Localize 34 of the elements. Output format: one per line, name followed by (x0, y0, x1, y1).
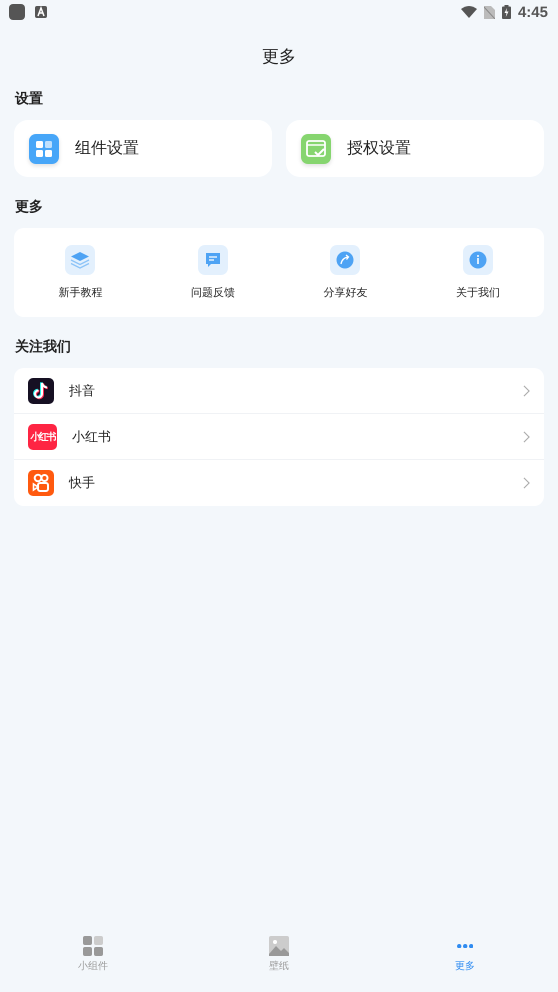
shortcut-item[interactable]: 关于我们 (412, 228, 544, 317)
wifi-icon (460, 6, 477, 18)
social-row[interactable]: 小红书 小红书 (14, 414, 544, 460)
shortcut-item[interactable]: 问题反馈 (146, 228, 279, 317)
no-sim-icon (484, 6, 495, 18)
settings-card[interactable]: 授权设置 (286, 120, 544, 177)
section-heading: 设置 (15, 90, 44, 108)
battery-charging-icon (502, 5, 511, 19)
grid-icon (29, 134, 59, 164)
chevron-right-icon (523, 477, 530, 489)
app-notification-icon (9, 4, 25, 20)
grid-icon (83, 936, 103, 956)
image-icon (269, 936, 289, 956)
page-title: 更多 (261, 46, 297, 69)
section-heading: 关注我们 (15, 338, 72, 356)
social-row[interactable]: 快手 (14, 460, 544, 506)
music-note-logo-icon (28, 378, 54, 404)
letter-a-icon (35, 6, 47, 18)
settings-card[interactable]: 组件设置 (14, 120, 272, 177)
window-check-icon (301, 134, 331, 164)
more-icon (456, 944, 474, 948)
shortcut-item[interactable]: 新手教程 (14, 228, 146, 317)
camera-logo-icon (28, 470, 54, 496)
chevron-right-icon (523, 430, 530, 442)
info-icon (462, 245, 493, 275)
chat-icon (198, 245, 228, 275)
shortcut-item[interactable]: 分享好友 (279, 228, 412, 317)
chevron-right-icon (523, 384, 530, 396)
social-row[interactable]: 抖音 (14, 368, 544, 414)
clock-time: 4:45 (518, 4, 548, 20)
app-logo: 小红书 (28, 424, 57, 450)
section-heading: 更多 (15, 198, 44, 216)
share-icon (330, 245, 360, 275)
layers-icon (65, 245, 96, 275)
